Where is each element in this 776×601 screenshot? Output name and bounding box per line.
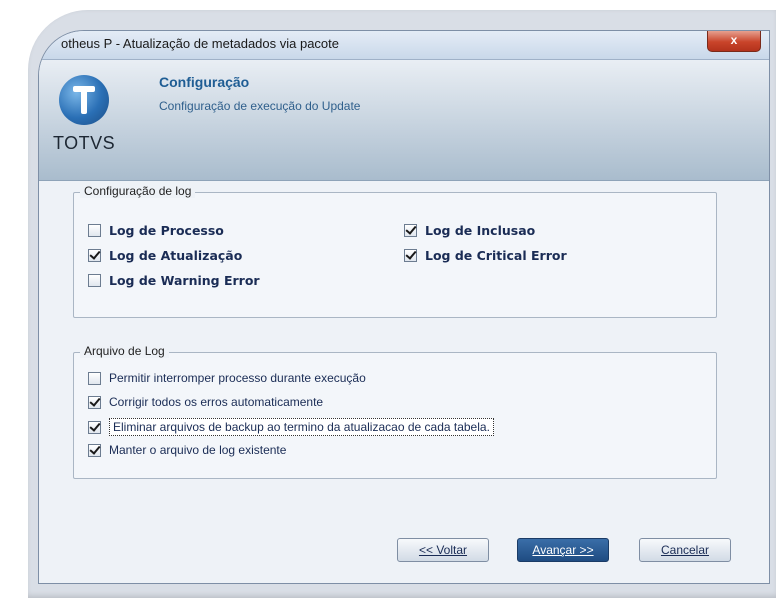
allow-interrupt-checkbox[interactable] (88, 371, 101, 385)
log-atualizacao-option[interactable]: Log de Atualização (88, 248, 242, 263)
keep-log-option[interactable]: Manter o arquivo de log existente (88, 443, 286, 457)
brand-name: TOTVS (53, 133, 116, 153)
log-file-group: Arquivo de Log Permitir interromper proc… (73, 344, 717, 479)
log-processo-option[interactable]: Log de Processo (88, 223, 224, 238)
log-inclusao-label: Log de Inclusao (425, 223, 536, 238)
log-atualizacao-checkbox[interactable] (88, 249, 101, 262)
delete-backup-option[interactable]: Eliminar arquivos de backup ao termino d… (88, 418, 494, 436)
log-processo-label: Log de Processo (109, 223, 224, 238)
allow-interrupt-label: Permitir interromper processo durante ex… (109, 371, 366, 385)
close-button[interactable]: x (707, 31, 761, 52)
page-title: Configuração (159, 74, 250, 90)
log-atualizacao-label: Log de Atualização (109, 248, 243, 263)
keep-log-label: Manter o arquivo de log existente (109, 443, 287, 457)
back-button[interactable]: << Voltar (397, 538, 489, 562)
cancel-button[interactable]: Cancelar (639, 538, 731, 562)
log-inclusao-checkbox[interactable] (404, 224, 417, 237)
log-critical-option[interactable]: Log de Critical Error (404, 248, 567, 263)
back-button-label: << Voltar (418, 543, 468, 557)
log-warning-option[interactable]: Log de Warning Error (88, 273, 260, 288)
wizard-header: TOTVS Configuração Configuração de execu… (39, 60, 769, 181)
keep-log-checkbox[interactable] (88, 443, 101, 457)
log-config-group: Configuração de log Log de Processo Log … (73, 184, 717, 318)
log-warning-label: Log de Warning Error (109, 273, 260, 288)
totvs-logo-icon (59, 75, 109, 125)
auto-fix-option[interactable]: Corrigir todos os erros automaticamente (88, 395, 323, 409)
next-button-label: Avançar >> (532, 543, 594, 557)
auto-fix-checkbox[interactable] (88, 395, 101, 409)
auto-fix-label: Corrigir todos os erros automaticamente (109, 395, 324, 409)
log-critical-label: Log de Critical Error (425, 248, 567, 263)
title-bar[interactable]: otheus P - Atualização de metadados via … (39, 31, 769, 60)
next-button[interactable]: Avançar >> (517, 538, 609, 562)
cancel-button-label: Cancelar (660, 543, 710, 557)
delete-backup-label: Eliminar arquivos de backup ao termino d… (109, 418, 494, 436)
wizard-window: otheus P - Atualização de metadados via … (38, 30, 770, 584)
log-config-legend: Configuração de log (80, 184, 196, 198)
log-processo-checkbox[interactable] (88, 224, 101, 237)
log-warning-checkbox[interactable] (88, 274, 101, 287)
log-critical-checkbox[interactable] (404, 249, 417, 262)
window-title: otheus P - Atualização de metadados via … (61, 36, 340, 51)
log-file-legend: Arquivo de Log (80, 344, 169, 358)
delete-backup-checkbox[interactable] (88, 420, 101, 434)
log-inclusao-option[interactable]: Log de Inclusao (404, 223, 535, 238)
page-subtitle: Configuração de execução do Update (159, 99, 361, 113)
close-icon: x (730, 33, 738, 47)
allow-interrupt-option[interactable]: Permitir interromper processo durante ex… (88, 371, 366, 385)
